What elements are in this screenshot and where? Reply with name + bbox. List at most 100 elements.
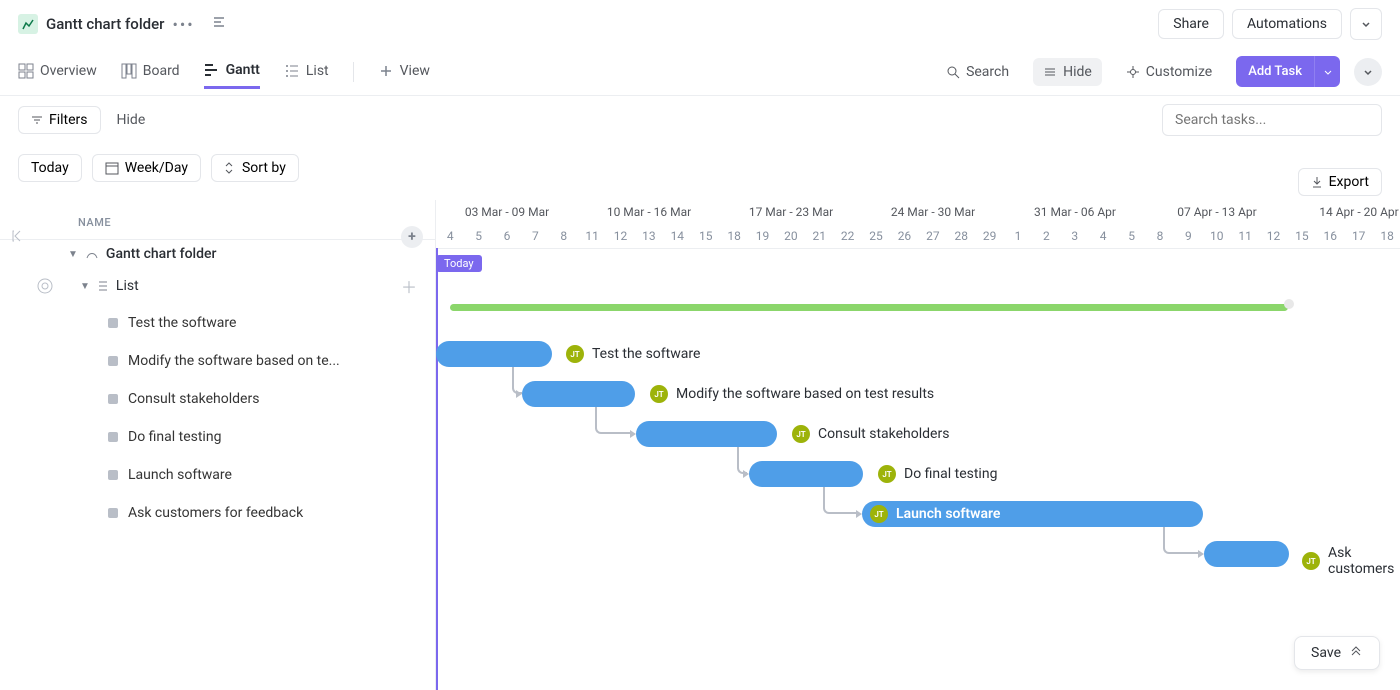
day-label: 29: [975, 224, 1003, 248]
tree-folder[interactable]: ▼ Gantt chart folder: [0, 240, 435, 268]
day-label: 5: [1117, 224, 1145, 248]
tab-list-label: List: [306, 63, 329, 79]
task-name: Do final testing: [128, 429, 221, 445]
target-icon: [36, 277, 54, 295]
export-button[interactable]: Export: [1298, 168, 1382, 196]
search-tasks-input[interactable]: [1162, 104, 1382, 136]
day-label: 5: [464, 224, 492, 248]
add-task-icon[interactable]: ＋: [401, 274, 417, 298]
menu-icon[interactable]: [211, 14, 227, 34]
day-label: 3: [1061, 224, 1089, 248]
dependency-arrow-icon: [1198, 550, 1204, 558]
chevron-up-icon: [1349, 646, 1363, 660]
gantt-bar[interactable]: [636, 421, 777, 447]
add-view-button[interactable]: View: [378, 55, 430, 89]
list-icon: [96, 279, 110, 293]
customize-button[interactable]: Customize: [1116, 58, 1222, 86]
gantt-bar-label: JTDo final testing: [878, 465, 997, 483]
tab-gantt-label: Gantt: [226, 62, 260, 78]
customize-label: Customize: [1146, 64, 1212, 80]
gantt-toolbar: Today Week/Day Sort by: [0, 144, 1400, 192]
task-row[interactable]: Do final testing: [0, 418, 435, 456]
hide-button[interactable]: Hide: [1033, 58, 1102, 86]
add-task-dropdown[interactable]: [1314, 56, 1340, 87]
gantt-bar-label: JTLaunch software: [870, 505, 1000, 523]
tree-list[interactable]: ▼ List ＋: [0, 268, 435, 304]
filters-button[interactable]: Filters: [18, 106, 101, 134]
day-label: 17: [1345, 224, 1373, 248]
week-day-button[interactable]: Week/Day: [92, 154, 201, 182]
search-button[interactable]: Search: [936, 58, 1019, 86]
more-icon[interactable]: •••: [172, 15, 194, 34]
add-column-icon[interactable]: +: [401, 226, 423, 248]
day-label: 10: [1203, 224, 1231, 248]
task-name: Modify the software based on te...: [128, 353, 340, 369]
today-button[interactable]: Today: [18, 154, 82, 182]
tab-board[interactable]: Board: [121, 55, 180, 89]
week-label: 03 Mar - 09 Mar: [436, 200, 578, 224]
gantt-bar[interactable]: [522, 381, 635, 407]
gantt-chart[interactable]: 03 Mar - 09 Mar10 Mar - 16 Mar17 Mar - 2…: [436, 200, 1400, 690]
task-row[interactable]: Ask customers for feedback: [0, 494, 435, 532]
chevron-down-round-icon[interactable]: [1354, 58, 1382, 86]
day-label: 12: [606, 224, 634, 248]
chevron-down-icon[interactable]: [1350, 8, 1382, 40]
week-label: 07 Apr - 13 Apr: [1146, 200, 1288, 224]
day-label: 25: [862, 224, 890, 248]
tab-gantt[interactable]: Gantt: [204, 54, 260, 89]
topbar-left: Gantt chart folder •••: [18, 14, 227, 34]
gantt-bar[interactable]: [1204, 541, 1289, 567]
task-row[interactable]: Modify the software based on te...: [0, 342, 435, 380]
day-label: 12: [1259, 224, 1287, 248]
save-button[interactable]: Save: [1294, 636, 1380, 670]
day-label: 1: [1004, 224, 1032, 248]
folder-title[interactable]: Gantt chart folder: [46, 15, 164, 33]
caret-icon: ▼: [80, 281, 90, 292]
gantt-bar[interactable]: [749, 461, 863, 487]
hide-link[interactable]: Hide: [117, 112, 146, 128]
add-task-button[interactable]: Add Task: [1236, 56, 1314, 87]
gantt-bar[interactable]: [436, 341, 552, 367]
gantt-bar-label: JTConsult stakeholders: [792, 425, 949, 443]
day-label: 2: [1032, 224, 1060, 248]
topbar-right: Share Automations: [1158, 8, 1382, 40]
tab-list[interactable]: List: [284, 55, 329, 89]
filter-bar: Filters Hide: [0, 96, 1400, 144]
week-label: 31 Mar - 06 Apr: [1004, 200, 1146, 224]
week-label: 24 Mar - 30 Mar: [862, 200, 1004, 224]
day-label: 4: [1089, 224, 1117, 248]
day-label: 16: [1316, 224, 1344, 248]
task-sidebar: NAME + ▼ Gantt chart folder ▼ List ＋ Tes…: [0, 200, 436, 690]
task-row[interactable]: Test the software: [0, 304, 435, 342]
sort-by-button[interactable]: Sort by: [211, 154, 299, 182]
day-label: 22: [833, 224, 861, 248]
task-row[interactable]: Consult stakeholders: [0, 380, 435, 418]
automations-button[interactable]: Automations: [1232, 9, 1342, 39]
folder-leaf-icon: [84, 246, 100, 262]
folder-chart-icon: [18, 14, 38, 34]
day-label: 7: [521, 224, 549, 248]
day-label: 8: [550, 224, 578, 248]
day-label: 11: [578, 224, 606, 248]
add-view-label: View: [400, 63, 430, 79]
gantt-bar-label: JTAsk customers: [1302, 545, 1400, 577]
dependency-line: [823, 487, 856, 514]
gantt-bar-label: JTModify the software based on test resu…: [650, 385, 934, 403]
day-label: 18: [1373, 224, 1400, 248]
week-header: 03 Mar - 09 Mar10 Mar - 16 Mar17 Mar - 2…: [436, 200, 1400, 224]
summary-bar[interactable]: [450, 304, 1288, 311]
summary-end-icon: [1284, 299, 1294, 309]
tab-overview[interactable]: Overview: [18, 55, 97, 89]
day-label: 27: [919, 224, 947, 248]
day-label: 11: [1231, 224, 1259, 248]
day-label: 8: [1146, 224, 1174, 248]
task-row[interactable]: Launch software: [0, 456, 435, 494]
task-name: Consult stakeholders: [128, 391, 259, 407]
share-button[interactable]: Share: [1158, 9, 1224, 39]
task-name: Launch software: [128, 467, 232, 483]
collapse-sidebar-icon[interactable]: [10, 228, 26, 248]
name-column-header: NAME: [0, 206, 435, 239]
filters-label: Filters: [49, 112, 88, 128]
today-line: [436, 248, 438, 690]
today-tag: Today: [436, 255, 482, 272]
